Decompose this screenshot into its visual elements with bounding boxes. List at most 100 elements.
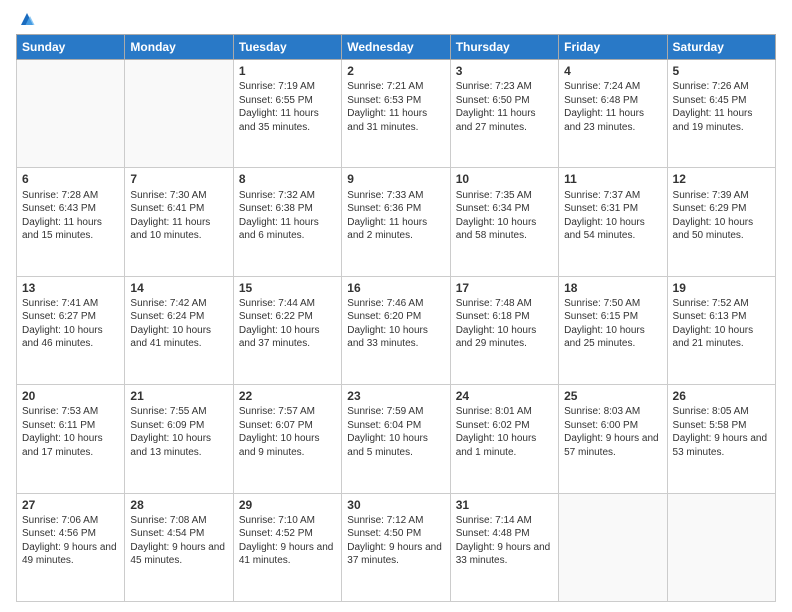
calendar-cell: 24Sunrise: 8:01 AM Sunset: 6:02 PM Dayli… [450,385,558,493]
calendar-dow-saturday: Saturday [667,35,775,60]
calendar-cell: 22Sunrise: 7:57 AM Sunset: 6:07 PM Dayli… [233,385,341,493]
page: SundayMondayTuesdayWednesdayThursdayFrid… [0,0,792,612]
calendar-cell: 4Sunrise: 7:24 AM Sunset: 6:48 PM Daylig… [559,60,667,168]
day-info: Sunrise: 7:57 AM Sunset: 6:07 PM Dayligh… [239,405,336,459]
calendar-cell: 30Sunrise: 7:12 AM Sunset: 4:50 PM Dayli… [342,493,450,601]
calendar-cell: 13Sunrise: 7:41 AM Sunset: 6:27 PM Dayli… [17,276,125,384]
day-number: 29 [239,497,336,513]
day-number: 22 [239,388,336,404]
calendar-cell: 18Sunrise: 7:50 AM Sunset: 6:15 PM Dayli… [559,276,667,384]
calendar-cell: 6 Sunrise: 7:28 AM Sunset: 6:43 PM Daylig… [17,168,125,276]
calendar-cell: 1Sunrise: 7:19 AM Sunset: 6:55 PM Daylig… [233,60,341,168]
day-info: Sunrise: 7:10 AM Sunset: 4:52 PM Dayligh… [239,514,336,568]
calendar-cell: 28Sunrise: 7:08 AM Sunset: 4:54 PM Dayli… [125,493,233,601]
day-number: 10 [456,171,553,187]
calendar-cell: 2Sunrise: 7:21 AM Sunset: 6:53 PM Daylig… [342,60,450,168]
header [16,10,776,28]
calendar-dow-sunday: Sunday [17,35,125,60]
day-number: 23 [347,388,444,404]
logo [16,10,36,28]
calendar-dow-monday: Monday [125,35,233,60]
calendar-cell [559,493,667,601]
calendar-cell: 21Sunrise: 7:55 AM Sunset: 6:09 PM Dayli… [125,385,233,493]
calendar-week-3: 20Sunrise: 7:53 AM Sunset: 6:11 PM Dayli… [17,385,776,493]
day-number: 25 [564,388,661,404]
day-number: 1 [239,63,336,79]
calendar-week-4: 27Sunrise: 7:06 AM Sunset: 4:56 PM Dayli… [17,493,776,601]
calendar-week-2: 13Sunrise: 7:41 AM Sunset: 6:27 PM Dayli… [17,276,776,384]
day-info: Sunrise: 7:23 AM Sunset: 6:50 PM Dayligh… [456,80,553,134]
day-info: Sunrise: 8:05 AM Sunset: 5:58 PM Dayligh… [673,405,770,459]
day-number: 27 [22,497,119,513]
calendar-cell: 8 Sunrise: 7:32 AM Sunset: 6:38 PM Daylig… [233,168,341,276]
calendar-cell: 14Sunrise: 7:42 AM Sunset: 6:24 PM Dayli… [125,276,233,384]
day-number: 5 [673,63,770,79]
calendar-cell: 12 Sunrise: 7:39 AM Sunset: 6:29 PM Dayli… [667,168,775,276]
day-number: 31 [456,497,553,513]
day-info: Sunrise: 7:53 AM Sunset: 6:11 PM Dayligh… [22,405,119,459]
calendar-header-row: SundayMondayTuesdayWednesdayThursdayFrid… [17,35,776,60]
calendar-cell: 31Sunrise: 7:14 AM Sunset: 4:48 PM Dayli… [450,493,558,601]
day-number: 13 [22,280,119,296]
day-info: Sunrise: 7:42 AM Sunset: 6:24 PM Dayligh… [130,297,227,351]
day-info: Sunrise: 7:19 AM Sunset: 6:55 PM Dayligh… [239,80,336,134]
day-info: Sunrise: 7:06 AM Sunset: 4:56 PM Dayligh… [22,514,119,568]
day-number: 14 [130,280,227,296]
day-info: Sunrise: 7:24 AM Sunset: 6:48 PM Dayligh… [564,80,661,134]
calendar-cell [17,60,125,168]
calendar-cell: 26Sunrise: 8:05 AM Sunset: 5:58 PM Dayli… [667,385,775,493]
calendar-cell: 10 Sunrise: 7:35 AM Sunset: 6:34 PM Dayli… [450,168,558,276]
calendar-cell: 25Sunrise: 8:03 AM Sunset: 6:00 PM Dayli… [559,385,667,493]
calendar-cell: 11 Sunrise: 7:37 AM Sunset: 6:31 PM Dayli… [559,168,667,276]
day-info: Sunrise: 7:46 AM Sunset: 6:20 PM Dayligh… [347,297,444,351]
day-info: Sunrise: 7:39 AM Sunset: 6:29 PM Dayligh… [673,189,770,243]
day-number: 11 [564,171,661,187]
day-number: 20 [22,388,119,404]
day-number: 30 [347,497,444,513]
day-info: Sunrise: 7:55 AM Sunset: 6:09 PM Dayligh… [130,405,227,459]
day-info: Sunrise: 7:14 AM Sunset: 4:48 PM Dayligh… [456,514,553,568]
day-info: Sunrise: 7:35 AM Sunset: 6:34 PM Dayligh… [456,189,553,243]
calendar-cell [125,60,233,168]
day-number: 6 [22,171,119,187]
calendar-week-0: 1Sunrise: 7:19 AM Sunset: 6:55 PM Daylig… [17,60,776,168]
day-info: Sunrise: 7:41 AM Sunset: 6:27 PM Dayligh… [22,297,119,351]
day-number: 16 [347,280,444,296]
day-info: Sunrise: 7:30 AM Sunset: 6:41 PM Dayligh… [130,189,227,243]
day-number: 7 [130,171,227,187]
day-number: 15 [239,280,336,296]
calendar-cell: 3Sunrise: 7:23 AM Sunset: 6:50 PM Daylig… [450,60,558,168]
day-number: 19 [673,280,770,296]
day-info: Sunrise: 7:37 AM Sunset: 6:31 PM Dayligh… [564,189,661,243]
calendar-week-1: 6 Sunrise: 7:28 AM Sunset: 6:43 PM Daylig… [17,168,776,276]
calendar-dow-friday: Friday [559,35,667,60]
day-info: Sunrise: 7:50 AM Sunset: 6:15 PM Dayligh… [564,297,661,351]
calendar-dow-tuesday: Tuesday [233,35,341,60]
calendar-cell: 17Sunrise: 7:48 AM Sunset: 6:18 PM Dayli… [450,276,558,384]
logo-icon [18,10,36,28]
day-info: Sunrise: 8:03 AM Sunset: 6:00 PM Dayligh… [564,405,661,459]
calendar-cell [667,493,775,601]
day-number: 4 [564,63,661,79]
day-info: Sunrise: 7:44 AM Sunset: 6:22 PM Dayligh… [239,297,336,351]
day-number: 8 [239,171,336,187]
day-number: 12 [673,171,770,187]
calendar-cell: 27Sunrise: 7:06 AM Sunset: 4:56 PM Dayli… [17,493,125,601]
day-number: 21 [130,388,227,404]
day-info: Sunrise: 7:12 AM Sunset: 4:50 PM Dayligh… [347,514,444,568]
day-info: Sunrise: 7:28 AM Sunset: 6:43 PM Dayligh… [22,189,119,243]
calendar-dow-wednesday: Wednesday [342,35,450,60]
calendar-cell: 16Sunrise: 7:46 AM Sunset: 6:20 PM Dayli… [342,276,450,384]
day-number: 18 [564,280,661,296]
day-number: 2 [347,63,444,79]
day-number: 9 [347,171,444,187]
day-number: 24 [456,388,553,404]
day-info: Sunrise: 7:48 AM Sunset: 6:18 PM Dayligh… [456,297,553,351]
day-number: 28 [130,497,227,513]
calendar-cell: 29Sunrise: 7:10 AM Sunset: 4:52 PM Dayli… [233,493,341,601]
calendar-cell: 19Sunrise: 7:52 AM Sunset: 6:13 PM Dayli… [667,276,775,384]
day-number: 17 [456,280,553,296]
day-info: Sunrise: 7:08 AM Sunset: 4:54 PM Dayligh… [130,514,227,568]
day-info: Sunrise: 7:32 AM Sunset: 6:38 PM Dayligh… [239,189,336,243]
calendar-cell: 20Sunrise: 7:53 AM Sunset: 6:11 PM Dayli… [17,385,125,493]
